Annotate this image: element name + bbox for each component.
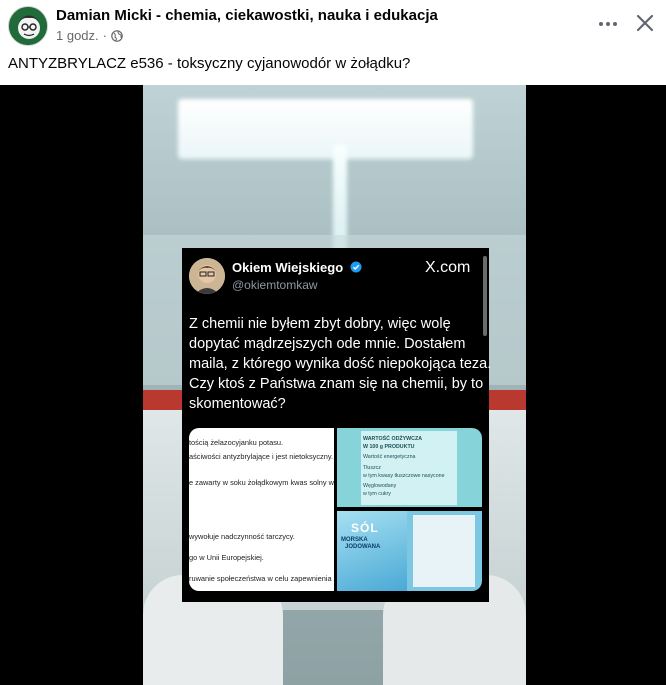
nutrition-line: Wartość energetyczna bbox=[363, 454, 416, 460]
doc-line: e zawarty w soku żołądkowym kwas solny w… bbox=[189, 478, 334, 487]
globe-icon bbox=[111, 29, 123, 42]
close-icon[interactable] bbox=[632, 10, 658, 36]
tweet-image-document: tością żelazocyjanku potasu. aściwości a… bbox=[189, 428, 334, 591]
verified-icon bbox=[350, 261, 362, 273]
nutrition-line: WARTOŚĆ ODŻYWCZA bbox=[363, 436, 423, 442]
doc-line: aściwości antyzbrylające i jest nietoksy… bbox=[189, 452, 334, 461]
post-text: ANTYZBRYLACZ e536 - toksyczny cyjanowodó… bbox=[8, 55, 411, 72]
ceiling-light bbox=[178, 99, 473, 159]
tweet-image-salt: SÓL MORSKA JODOWANA bbox=[337, 511, 482, 591]
more-icon[interactable] bbox=[594, 12, 622, 36]
nutrition-line: Węglowodany bbox=[363, 483, 397, 489]
post-media[interactable]: Okiem Wiejskiego @okiemtomkaw X.com Z ch… bbox=[0, 85, 666, 685]
avatar-cartoon-scientist-icon bbox=[9, 7, 47, 45]
page-name[interactable]: Damian Micki - chemia, ciekawostki, nauk… bbox=[56, 7, 438, 24]
salt-title: SÓL bbox=[351, 521, 379, 535]
post-meta: 1 godz. · bbox=[56, 28, 123, 43]
doc-line: tością żelazocyjanku potasu. bbox=[189, 438, 284, 447]
doc-line: ruwanie społeczeństwa w celu zapewnienia… bbox=[189, 574, 334, 583]
tweet-line: maila, z którego wynika dość niepokojąca… bbox=[189, 356, 492, 372]
page-avatar[interactable] bbox=[8, 6, 48, 46]
salt-ingredients-label bbox=[413, 515, 475, 587]
post-header: Damian Micki - chemia, ciekawostki, nauk… bbox=[0, 0, 666, 50]
tweet-author-name: Okiem Wiejskiego bbox=[232, 260, 344, 275]
tweet-line: Czy ktoś z Państwa znam się na chemii, b… bbox=[189, 376, 484, 392]
salt-subtitle: JODOWANA bbox=[345, 544, 381, 550]
doc-line: go w Unii Europejskiej. bbox=[189, 553, 264, 562]
nutrition-line: w tym kwasy tłuszczowe nasycone bbox=[363, 473, 445, 479]
nutrition-line: w tym cukry bbox=[363, 491, 391, 497]
tweet-body: Z chemii nie byłem zbyt dobry, więc wolę… bbox=[189, 314, 492, 414]
nutrition-line: Tłuszcz bbox=[363, 465, 381, 471]
nutrition-line: W 100 g PRODUKTU bbox=[363, 444, 415, 450]
tweet-handle: @okiemtomkaw bbox=[232, 278, 318, 292]
post-time[interactable]: 1 godz. bbox=[56, 28, 99, 43]
meta-separator: · bbox=[102, 28, 107, 43]
salt-subtitle: MORSKA bbox=[341, 537, 368, 543]
tweet-line: skomentować? bbox=[189, 396, 286, 412]
tweet-author: Okiem Wiejskiego bbox=[232, 260, 362, 275]
doc-line: wywołuje nadczynność tarczycy. bbox=[189, 532, 295, 541]
x-logo: X.com bbox=[425, 259, 471, 276]
tweet-line: Z chemii nie byłem zbyt dobry, więc wolę bbox=[189, 316, 451, 332]
tweet-avatar bbox=[189, 258, 225, 294]
person-avatar-icon bbox=[189, 258, 225, 294]
tweet-screenshot: Okiem Wiejskiego @okiemtomkaw X.com Z ch… bbox=[182, 248, 492, 602]
tweet-line: dopytać mądrzejszych ode mnie. Dostałem bbox=[189, 336, 466, 352]
tweet-image-nutrition: WARTOŚĆ ODŻYWCZA W 100 g PRODUKTU Wartoś… bbox=[337, 428, 482, 507]
